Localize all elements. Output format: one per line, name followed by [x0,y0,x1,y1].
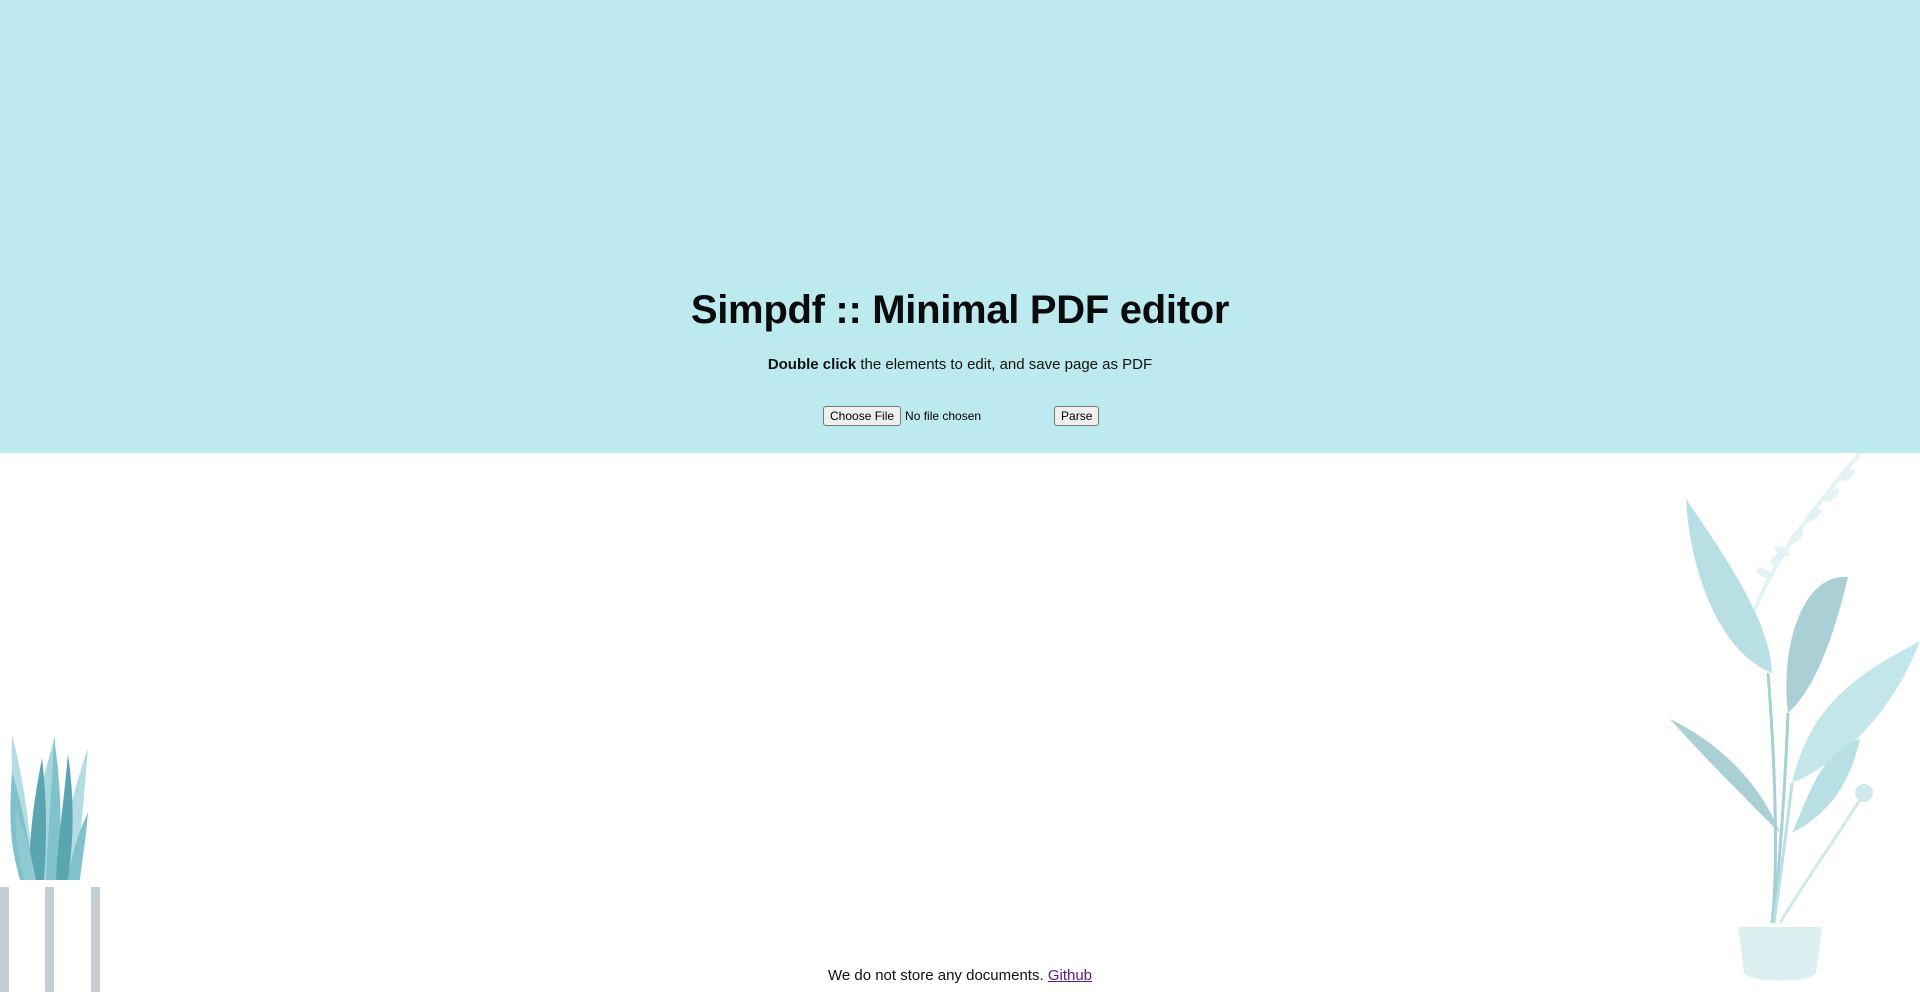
instructions-bold: Double click [767,356,857,373]
choose-file-button[interactable]: Choose File [823,406,902,426]
instructions-rest: the elements to edit, and save page as P… [856,356,1153,373]
page-title: Simpdf :: Minimal PDF editor [690,288,1230,332]
instructions-text: Double click the elements to edit, and s… [0,355,1920,375]
hero-banner: Simpdf :: Minimal PDF editor Double clic… [0,0,1920,453]
potted-grass-plant-illustration [0,735,100,992]
github-link[interactable]: Github [1048,967,1092,984]
tall-leaf-plant-illustration [1670,453,1920,981]
privacy-notice: We do not store any documents. [827,967,1044,984]
page: Simpdf :: Minimal PDF editor Double clic… [0,0,1920,993]
parse-button[interactable]: Parse [1054,406,1100,426]
footer: We do not store any documents. Github [0,967,1920,985]
file-status-label: No file chosen [905,409,982,423]
upload-form: Choose File No file chosen Parse [823,405,1100,427]
